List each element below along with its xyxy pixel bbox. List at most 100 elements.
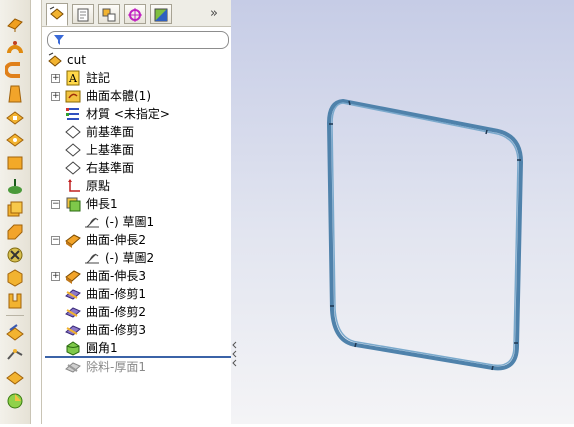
svg-text:A: A: [68, 72, 78, 85]
tree-item-surface-extrude2[interactable]: − 曲面-伸長2: [42, 231, 231, 249]
expand-toggle[interactable]: +: [51, 92, 60, 101]
tree-item-label: 右基準面: [86, 161, 135, 175]
feature-filter-input[interactable]: [47, 31, 229, 49]
plane-icon: [65, 143, 81, 157]
revolved-cut-icon[interactable]: [5, 130, 25, 150]
surface-extrude-icon: [65, 270, 81, 284]
tree-item-annotations[interactable]: + A 註記: [42, 69, 231, 87]
tree-item-front-plane[interactable]: 前基準面: [42, 123, 231, 141]
tree-item-label: 伸長1: [86, 197, 118, 211]
tree-item-right-plane[interactable]: 右基準面: [42, 159, 231, 177]
chamfer-icon[interactable]: [5, 222, 25, 242]
swept-boss-icon[interactable]: [4, 60, 25, 80]
revolved-boss-icon[interactable]: [5, 38, 25, 58]
graphics-area[interactable]: [231, 0, 574, 424]
tree-item-fillet1[interactable]: 圓角1: [42, 339, 231, 357]
model-outer-edge: [327, 99, 523, 371]
reference-geometry-icon[interactable]: [5, 322, 25, 342]
feature-tree-icon: [49, 6, 64, 20]
fillet-icon[interactable]: [5, 199, 25, 219]
tree-item-label: 材質 <未指定>: [86, 107, 170, 121]
tree-item-label: 曲面-修剪1: [86, 287, 146, 301]
tab-configuration-manager[interactable]: [98, 4, 120, 24]
collapse-toggle[interactable]: −: [51, 236, 60, 245]
tree-item-label: 圓角1: [86, 341, 118, 355]
tree-item-label: 除料-厚面1: [86, 360, 146, 374]
display-manager-icon: [154, 8, 168, 22]
surface-trim-icon: [65, 307, 81, 318]
part-name: cut: [67, 53, 86, 67]
tree-item-surface-trim1[interactable]: 曲面-修剪1: [42, 285, 231, 303]
lofted-cut-icon[interactable]: [5, 176, 25, 196]
expand-toggle[interactable]: +: [51, 74, 60, 83]
tree-item-label: (-) 草圖1: [105, 215, 155, 229]
tree-item-extrude1[interactable]: − 伸長1: [42, 195, 231, 213]
property-manager-icon: [77, 8, 89, 22]
swept-cut-icon[interactable]: [5, 153, 25, 173]
plane-icon: [65, 161, 81, 175]
tree-item-sketch2[interactable]: (-) 草圖2: [42, 249, 231, 267]
curves-icon[interactable]: [5, 345, 25, 365]
tab-dimxpert-manager[interactable]: [124, 4, 146, 24]
tab-overflow-chevron[interactable]: »: [210, 6, 218, 21]
plane-icon: [65, 125, 81, 139]
tab-feature-manager[interactable]: [46, 3, 68, 26]
tree-item-label: 前基準面: [86, 125, 135, 139]
annotations-icon: A: [66, 70, 80, 86]
tree-item-surface-bodies[interactable]: + 曲面本體(1): [42, 87, 231, 105]
fillet-feature-icon: [66, 341, 80, 356]
surface-trim-icon: [65, 325, 81, 336]
extruded-cut-icon[interactable]: [5, 108, 25, 128]
sketch-icon: [85, 253, 99, 264]
extruded-boss-icon[interactable]: [5, 14, 25, 34]
rib-icon[interactable]: [5, 245, 25, 265]
tree-item-label: (-) 草圖2: [105, 251, 155, 265]
tree-item-material[interactable]: 材質 <未指定>: [42, 105, 231, 123]
toolbar-separator: [6, 315, 24, 316]
tree-item-surface-trim3[interactable]: 曲面-修剪3: [42, 321, 231, 339]
tree-item-label: 原點: [86, 179, 111, 193]
tree-item-label: 註記: [86, 71, 111, 85]
tree-item-label: 曲面-修剪2: [86, 305, 146, 319]
shell-icon[interactable]: [5, 268, 25, 288]
model-view[interactable]: [231, 0, 574, 424]
sketch-icon[interactable]: [5, 368, 25, 388]
expand-toggle[interactable]: +: [51, 272, 60, 281]
tree-item-surface-extrude3[interactable]: + 曲面-伸長3: [42, 267, 231, 285]
draft-icon[interactable]: [5, 291, 25, 311]
tree-item-label: 曲面-伸長2: [86, 233, 146, 247]
collapse-toggle[interactable]: −: [51, 200, 60, 209]
tree-item-label: 上基準面: [86, 143, 135, 157]
surface-bodies-folder-icon: [65, 90, 81, 103]
part-icon: [48, 52, 62, 67]
filter-icon: [54, 35, 64, 45]
edge-seam-marks: [329, 100, 521, 371]
tab-display-manager[interactable]: [150, 4, 172, 24]
tree-item-label: 曲面-修剪3: [86, 323, 146, 337]
surface-trim-icon: [65, 289, 81, 300]
tree-item-top-plane[interactable]: 上基準面: [42, 141, 231, 159]
configuration-manager-icon: [102, 8, 116, 22]
model-inner-edge: [331, 102, 519, 367]
feature-manager-pane: » cut + A 註記 + 曲面本體(1) 材質 <未指定> 前基準面 上基準…: [41, 0, 232, 424]
tree-item-sketch1[interactable]: (-) 草圖1: [42, 213, 231, 231]
instant3d-icon[interactable]: [5, 391, 25, 411]
tree-item-label: 曲面本體(1): [86, 89, 151, 103]
surface-extrude-icon: [65, 234, 81, 248]
material-icon: [66, 108, 79, 120]
tree-item-thicken-cut1[interactable]: 除料-厚面1: [42, 358, 231, 376]
manager-tabs: »: [42, 0, 231, 27]
sketch-icon: [85, 217, 99, 228]
lofted-boss-icon[interactable]: [5, 84, 25, 104]
extrude-feature-icon: [66, 197, 81, 212]
tree-root-part[interactable]: cut: [42, 51, 231, 69]
tab-property-manager[interactable]: [72, 4, 94, 24]
dimxpert-icon: [128, 8, 142, 22]
tree-item-origin[interactable]: 原點: [42, 177, 231, 195]
origin-icon: [68, 179, 80, 192]
thicken-cut-icon: [65, 362, 81, 373]
features-toolbar: [0, 0, 31, 424]
tree-item-surface-trim2[interactable]: 曲面-修剪2: [42, 303, 231, 321]
tree-item-label: 曲面-伸長3: [86, 269, 146, 283]
pane-collapse-handle[interactable]: [230, 339, 238, 367]
